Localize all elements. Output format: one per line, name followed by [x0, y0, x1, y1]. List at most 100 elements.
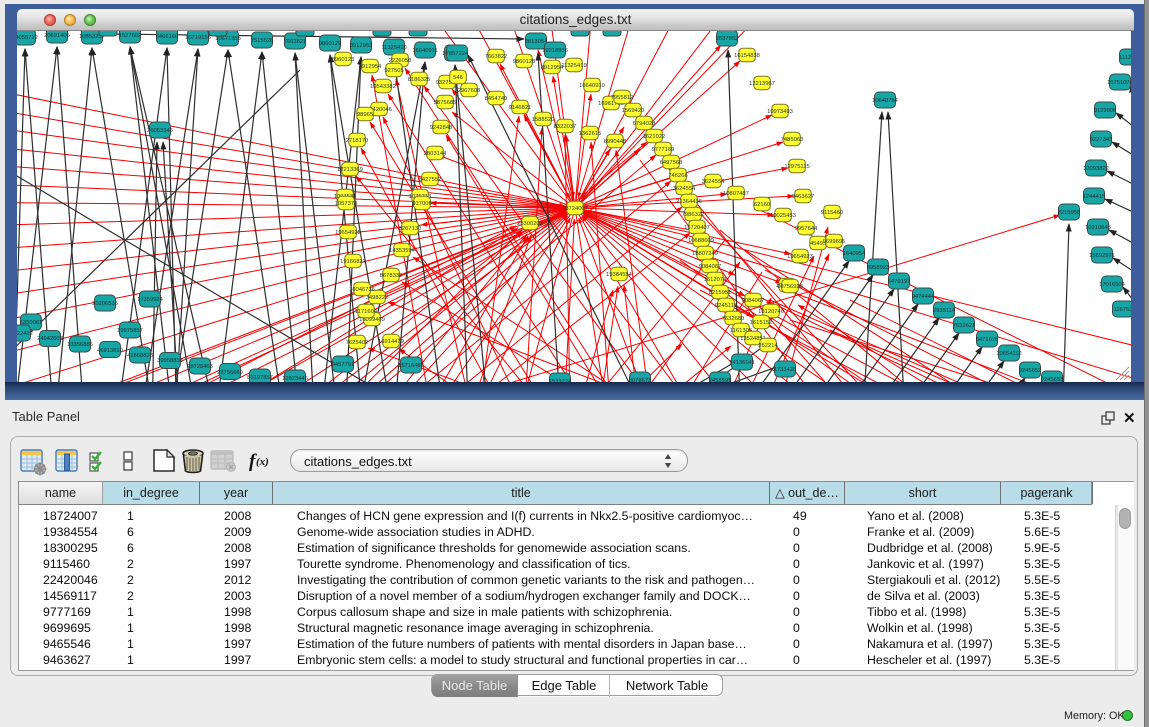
- svg-text:19654925: 19654925: [335, 230, 361, 236]
- svg-text:7857224: 7857224: [446, 51, 469, 57]
- svg-text:21364436: 21364436: [676, 199, 702, 205]
- svg-text:15751074: 15751074: [1107, 80, 1131, 86]
- svg-text:24942603: 24942603: [37, 336, 63, 342]
- svg-text:1621022: 1621022: [643, 134, 666, 140]
- svg-text:8678332: 8678332: [380, 273, 403, 279]
- svg-text:7625402: 7625402: [346, 340, 369, 346]
- svg-text:10807487: 10807487: [723, 191, 749, 197]
- svg-text:20691406: 20691406: [44, 33, 70, 39]
- svg-text:8912954: 8912954: [359, 64, 382, 70]
- svg-text:8427552: 8427552: [419, 177, 442, 183]
- svg-text:1527602: 1527602: [119, 33, 142, 39]
- svg-text:12213967: 12213967: [749, 81, 775, 87]
- svg-text:16120746: 16120746: [758, 309, 784, 315]
- svg-text:10648784: 10648784: [872, 98, 899, 104]
- svg-text:15716485: 15716485: [398, 363, 424, 369]
- svg-text:7663821: 7663821: [284, 39, 307, 45]
- svg-text:2935114: 2935114: [933, 308, 956, 314]
- svg-text:1588520: 1588520: [532, 117, 555, 123]
- svg-text:3267130: 3267130: [399, 226, 422, 232]
- svg-text:6497568: 6497568: [660, 160, 683, 166]
- svg-text:19654923: 19654923: [787, 254, 813, 260]
- svg-text:98965: 98965: [357, 112, 373, 118]
- svg-text:8471676: 8471676: [976, 337, 999, 343]
- svg-text:1612074: 1612074: [704, 277, 727, 283]
- svg-text:7485063: 7485063: [781, 137, 804, 143]
- svg-text:9777169: 9777169: [652, 147, 675, 153]
- svg-text:7632621: 7632621: [953, 323, 976, 329]
- svg-text:1171604: 1171604: [355, 309, 378, 315]
- svg-text:12093822: 12093822: [1083, 166, 1109, 172]
- svg-text:10025453: 10025453: [770, 213, 796, 219]
- svg-text:19756928: 19756928: [777, 284, 803, 290]
- svg-text:7955812: 7955812: [611, 95, 634, 101]
- svg-text:3498222: 3498222: [366, 295, 389, 301]
- svg-text:28728463: 28728463: [187, 364, 213, 370]
- svg-text:746266: 746266: [668, 173, 687, 179]
- svg-text:19975857: 19975857: [117, 328, 143, 334]
- svg-text:10719155: 10719155: [185, 35, 211, 41]
- svg-text:10671355: 10671355: [215, 36, 241, 42]
- svg-text:8912953: 8912953: [350, 43, 373, 49]
- svg-text:9463627: 9463627: [792, 194, 815, 200]
- svg-text:12213369: 12213369: [337, 167, 363, 173]
- svg-text:9084067: 9084067: [742, 298, 765, 304]
- svg-text:3624554: 3624554: [702, 179, 725, 185]
- svg-text:19166827: 19166827: [340, 259, 366, 265]
- svg-text:7632680: 7632680: [722, 316, 745, 322]
- svg-text:46913810: 46913810: [97, 348, 123, 354]
- svg-text:8813054: 8813054: [525, 39, 548, 45]
- svg-text:15720407: 15720407: [684, 225, 710, 231]
- svg-text:1733426: 1733426: [774, 367, 797, 373]
- svg-text:17016504: 17016504: [1099, 282, 1126, 288]
- svg-text:8990448: 8990448: [604, 139, 627, 145]
- svg-text:10654112: 10654112: [996, 351, 1021, 357]
- svg-text:116753: 116753: [1114, 307, 1131, 313]
- svg-text:9227343: 9227343: [1090, 137, 1113, 143]
- svg-text:9860128: 9860128: [513, 59, 536, 65]
- svg-text:10973493: 10973493: [767, 109, 793, 115]
- svg-text:7515526: 7515526: [251, 38, 274, 44]
- svg-text:9245117: 9245117: [715, 303, 737, 309]
- svg-text:9957644: 9957644: [795, 226, 818, 232]
- svg-text:16640911: 16640911: [412, 48, 437, 54]
- svg-text:9242848: 9242848: [430, 125, 453, 131]
- svg-text:8454749: 8454749: [485, 96, 508, 102]
- svg-text:8322037: 8322037: [554, 124, 577, 130]
- svg-text:25300203: 25300203: [517, 221, 543, 227]
- svg-text:6479197: 6479197: [888, 279, 911, 285]
- svg-text:16914479: 16914479: [378, 339, 404, 345]
- svg-text:927505: 927505: [384, 68, 403, 74]
- svg-text:14136141: 14136141: [729, 360, 755, 366]
- svg-text:9115460: 9115460: [821, 210, 843, 216]
- svg-text:83197857: 83197857: [247, 375, 273, 381]
- svg-text:8215958: 8215958: [1058, 210, 1081, 216]
- svg-text:9457791: 9457791: [332, 362, 355, 368]
- svg-text:19384554: 19384554: [606, 272, 633, 278]
- svg-text:8078673: 8078673: [629, 378, 652, 382]
- svg-text:11325419: 11325419: [561, 63, 586, 69]
- svg-text:2458591: 2458591: [709, 378, 732, 382]
- svg-text:10688609: 10688609: [688, 238, 714, 244]
- svg-text:14055712: 14055712: [17, 35, 38, 41]
- svg-text:13356886: 13356886: [67, 342, 93, 348]
- svg-text:15692971: 15692971: [1089, 253, 1115, 259]
- svg-text:1244415: 1244415: [1083, 194, 1106, 200]
- svg-text:546: 546: [453, 75, 463, 81]
- svg-text:16154838: 16154838: [734, 53, 760, 59]
- svg-text:7986322: 7986322: [682, 212, 705, 218]
- svg-text:10210643: 10210643: [1085, 225, 1111, 231]
- svg-text:1640954: 1640954: [843, 251, 866, 257]
- svg-text:9245653: 9245653: [1041, 377, 1064, 382]
- svg-text:18724007: 18724007: [562, 206, 588, 212]
- svg-text:9474444: 9474444: [912, 294, 935, 300]
- svg-text:18807249: 18807249: [692, 251, 718, 257]
- svg-text:8186325: 8186325: [408, 77, 431, 83]
- svg-text:5875685: 5875685: [434, 100, 457, 106]
- svg-text:10543382: 10543382: [370, 84, 396, 90]
- svg-text:16046736: 16046736: [349, 287, 375, 293]
- svg-text:9146821: 9146821: [509, 105, 532, 111]
- svg-text:62160: 62160: [754, 202, 770, 208]
- svg-text:42868828: 42868828: [127, 353, 153, 359]
- svg-text:2637852: 2637852: [716, 36, 739, 42]
